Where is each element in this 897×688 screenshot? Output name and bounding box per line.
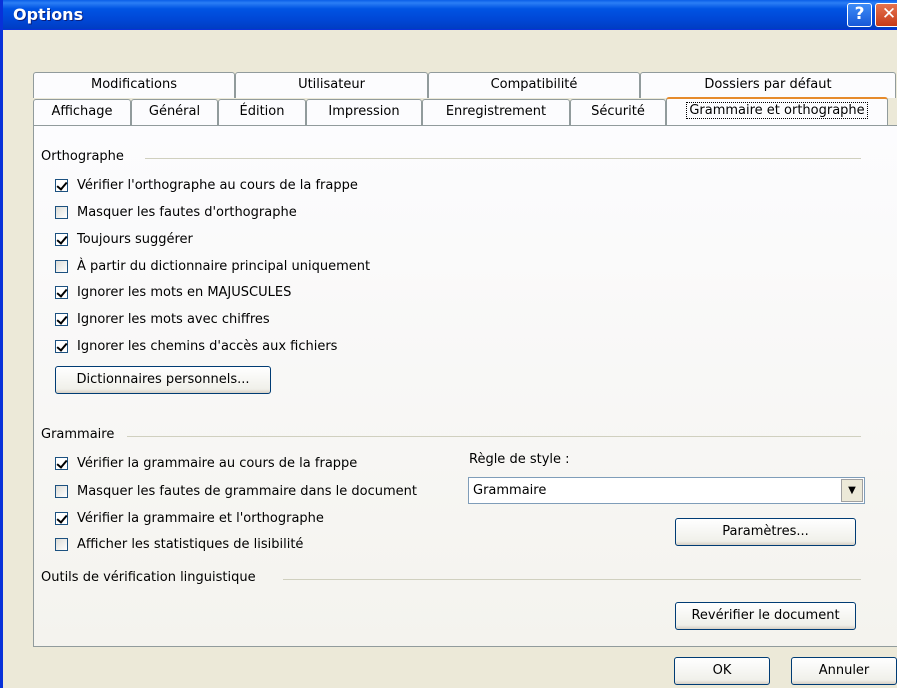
dialog-title: Options bbox=[13, 5, 84, 24]
checkbox-grammaire-et-orthographe[interactable]: Vérifier la grammaire et l'orthographe bbox=[55, 508, 324, 528]
checkbox-box[interactable] bbox=[55, 178, 68, 192]
checkbox-label: Toujours suggérer bbox=[77, 231, 193, 247]
tab-securite[interactable]: Sécurité bbox=[570, 99, 666, 125]
checkbox-label: Ignorer les mots en MAJUSCULES bbox=[77, 284, 292, 300]
checkbox-verifier-grammaire-frappe[interactable]: Vérifier la grammaire au cours de la fra… bbox=[55, 453, 357, 473]
tab-compatibilite[interactable]: Compatibilité bbox=[428, 72, 640, 98]
group-divider bbox=[283, 579, 861, 580]
checkbox-box[interactable] bbox=[55, 312, 68, 326]
style-rule-label: Règle de style : bbox=[469, 452, 570, 467]
checkbox-masquer-fautes-orthographe[interactable]: Masquer les fautes d'orthographe bbox=[55, 202, 297, 222]
dictionnaires-personnels-button[interactable]: Dictionnaires personnels... bbox=[55, 366, 271, 394]
tab-grammaire-et-orthographe[interactable]: Grammaire et orthographe bbox=[666, 97, 888, 125]
checkbox-statistiques-lisibilite[interactable]: Afficher les statistiques de lisibilité bbox=[55, 534, 303, 554]
style-rule-select[interactable]: Grammaire ▼ bbox=[468, 477, 865, 504]
tab-enregistrement[interactable]: Enregistrement bbox=[422, 99, 570, 125]
checkbox-box[interactable] bbox=[55, 205, 68, 219]
checkbox-ignorer-majuscules[interactable]: Ignorer les mots en MAJUSCULES bbox=[55, 282, 291, 302]
tab-modifications[interactable]: Modifications bbox=[33, 72, 235, 98]
checkbox-box[interactable] bbox=[55, 511, 68, 525]
checkbox-label: Masquer les fautes d'orthographe bbox=[77, 204, 297, 220]
tab-general[interactable]: Général bbox=[131, 99, 218, 125]
checkbox-box[interactable] bbox=[55, 484, 68, 498]
checkbox-ignorer-chemins[interactable]: Ignorer les chemins d'accès aux fichiers bbox=[55, 336, 337, 356]
checkbox-label: Vérifier la grammaire au cours de la fra… bbox=[77, 455, 358, 471]
tab-row-back: Modifications Utilisateur Compatibilité … bbox=[33, 72, 896, 98]
group-title-orthographe: Orthographe bbox=[41, 149, 124, 164]
checkbox-dictionnaire-principal[interactable]: À partir du dictionnaire principal uniqu… bbox=[55, 256, 370, 276]
cancel-button[interactable]: Annuler bbox=[791, 657, 897, 685]
checkbox-label: Vérifier l'orthographe au cours de la fr… bbox=[77, 177, 358, 193]
help-icon[interactable]: ? bbox=[847, 3, 872, 27]
checkbox-verifier-orthographe-frappe[interactable]: Vérifier l'orthographe au cours de la fr… bbox=[55, 175, 358, 195]
checkbox-box[interactable] bbox=[55, 259, 68, 273]
chevron-down-icon[interactable]: ▼ bbox=[841, 479, 863, 502]
checkbox-label: Ignorer les mots avec chiffres bbox=[77, 311, 270, 327]
tab-dossiers-par-defaut[interactable]: Dossiers par défaut bbox=[640, 72, 896, 98]
checkbox-box[interactable] bbox=[55, 456, 68, 470]
group-title-outils: Outils de vérification linguistique bbox=[41, 570, 256, 585]
tab-edition[interactable]: Édition bbox=[218, 99, 306, 125]
checkbox-label: Masquer les fautes de grammaire dans le … bbox=[77, 483, 417, 499]
checkbox-label: À partir du dictionnaire principal uniqu… bbox=[77, 258, 371, 274]
checkbox-box[interactable] bbox=[55, 232, 68, 246]
parametres-button[interactable]: Paramètres... bbox=[675, 518, 856, 546]
checkbox-box[interactable] bbox=[55, 339, 68, 353]
style-rule-value: Grammaire bbox=[473, 483, 547, 498]
tab-impression[interactable]: Impression bbox=[306, 99, 422, 125]
checkbox-toujours-suggerer[interactable]: Toujours suggérer bbox=[55, 229, 193, 249]
group-title-grammaire: Grammaire bbox=[41, 427, 115, 442]
reverifier-document-button[interactable]: Revérifier le document bbox=[675, 602, 856, 630]
checkbox-box[interactable] bbox=[55, 285, 68, 299]
checkbox-masquer-fautes-grammaire[interactable]: Masquer les fautes de grammaire dans le … bbox=[55, 481, 417, 501]
close-icon[interactable]: ✕ bbox=[875, 3, 897, 27]
checkbox-label: Ignorer les chemins d'accès aux fichiers bbox=[77, 338, 338, 354]
title-bar: Options ? ✕ bbox=[3, 0, 897, 30]
tab-affichage[interactable]: Affichage bbox=[33, 99, 131, 125]
ok-button[interactable]: OK bbox=[674, 657, 770, 685]
group-divider bbox=[145, 158, 861, 159]
options-dialog: Options ? ✕ Modifications Utilisateur Co… bbox=[0, 0, 897, 688]
group-divider bbox=[127, 436, 861, 437]
checkbox-label: Vérifier la grammaire et l'orthographe bbox=[77, 510, 324, 526]
checkbox-label: Afficher les statistiques de lisibilité bbox=[77, 536, 304, 552]
tab-utilisateur[interactable]: Utilisateur bbox=[235, 72, 428, 98]
checkbox-box[interactable] bbox=[55, 537, 68, 551]
checkbox-ignorer-chiffres[interactable]: Ignorer les mots avec chiffres bbox=[55, 309, 270, 329]
tab-row-front: Affichage Général Édition Impression Enr… bbox=[33, 97, 888, 125]
